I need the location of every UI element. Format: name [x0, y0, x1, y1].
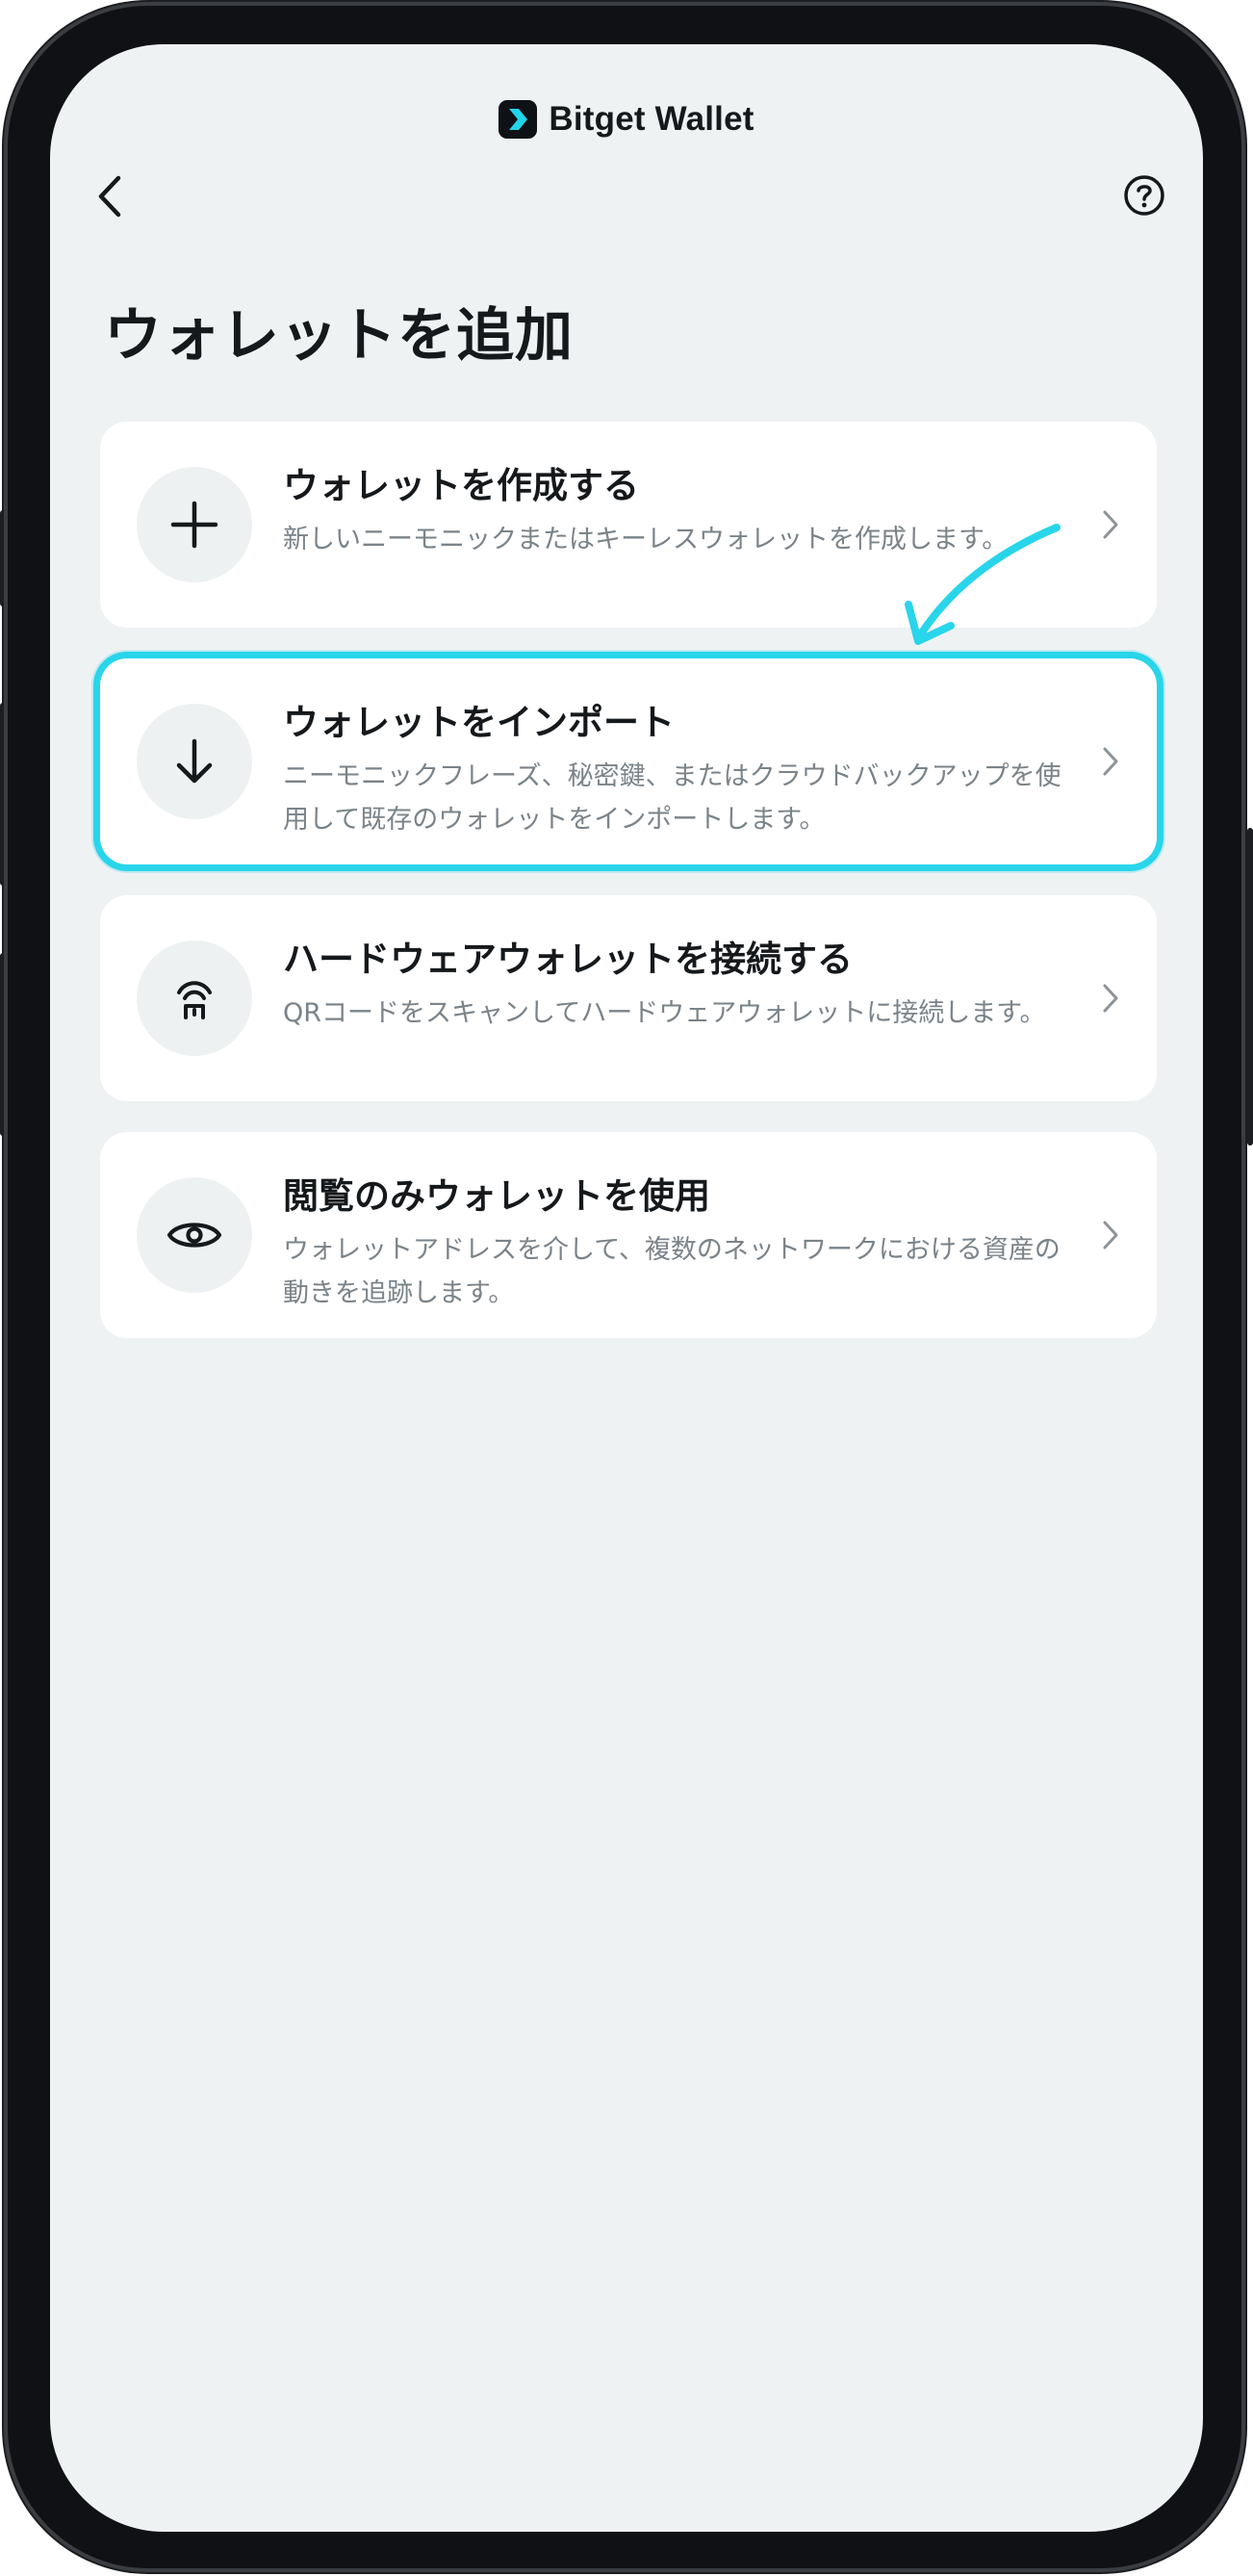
chevron-right-icon [1099, 508, 1122, 541]
option-description: 新しいニーモニックまたはキーレスウォレットを作成します。 [283, 525, 1009, 554]
page-title: ウォレットを追加 [104, 302, 574, 370]
create-wallet-option[interactable]: ウォレットを作成する 新しいニーモニックまたはキーレスウォレットを作成します。 [100, 422, 1157, 628]
bitget-logo-icon [499, 100, 538, 139]
option-title: ハードウェアウォレットを接続する [283, 939, 853, 980]
back-button[interactable] [87, 167, 133, 225]
hardware-wallet-option[interactable]: ハードウェアウォレットを接続する QRコードをスキャンしてハードウェアウォレット… [100, 895, 1157, 1101]
chevron-right-icon [1099, 745, 1122, 778]
device-mockup: Bitget Wallet ウォレットを追加 ウォレットを作成する 新しいニーモ… [0, 0, 1253, 2576]
import-wallet-option[interactable]: ウォレットをインポート ニーモニックフレーズ、秘密鍵、またはクラウドバックアップ… [100, 658, 1157, 864]
plus-icon [137, 467, 252, 582]
brand-header: Bitget Wallet [50, 100, 1203, 139]
chevron-right-icon [1099, 982, 1122, 1015]
option-title: ウォレットをインポート [283, 702, 675, 743]
option-description: ウォレットアドレスを介して、複数のネットワークにおける資産の動きを追跡します。 [283, 1235, 1061, 1308]
option-title: 閲覧のみウォレットを使用 [283, 1175, 710, 1217]
arrow-down-icon [137, 704, 252, 819]
hardware-wallet-icon [137, 940, 252, 1056]
option-description: QRコードをスキャンしてハードウェアウォレットに接続します。 [283, 998, 1046, 1028]
option-title: ウォレットを作成する [283, 465, 639, 506]
power-button [1247, 828, 1253, 1146]
watch-only-wallet-option[interactable]: 閲覧のみウォレットを使用 ウォレットアドレスを介して、複数のネットワークにおける… [100, 1132, 1157, 1338]
app-screen: Bitget Wallet ウォレットを追加 ウォレットを作成する 新しいニーモ… [50, 44, 1203, 2532]
brand-name: Bitget Wallet [549, 100, 754, 138]
question-circle-icon [1124, 175, 1164, 216]
eye-icon [137, 1177, 252, 1293]
option-description: ニーモニックフレーズ、秘密鍵、またはクラウドバックアップを使用して既存のウォレッ… [283, 761, 1061, 835]
help-button[interactable] [1120, 171, 1168, 219]
chevron-right-icon [1099, 1219, 1122, 1251]
chevron-left-icon [98, 175, 121, 218]
